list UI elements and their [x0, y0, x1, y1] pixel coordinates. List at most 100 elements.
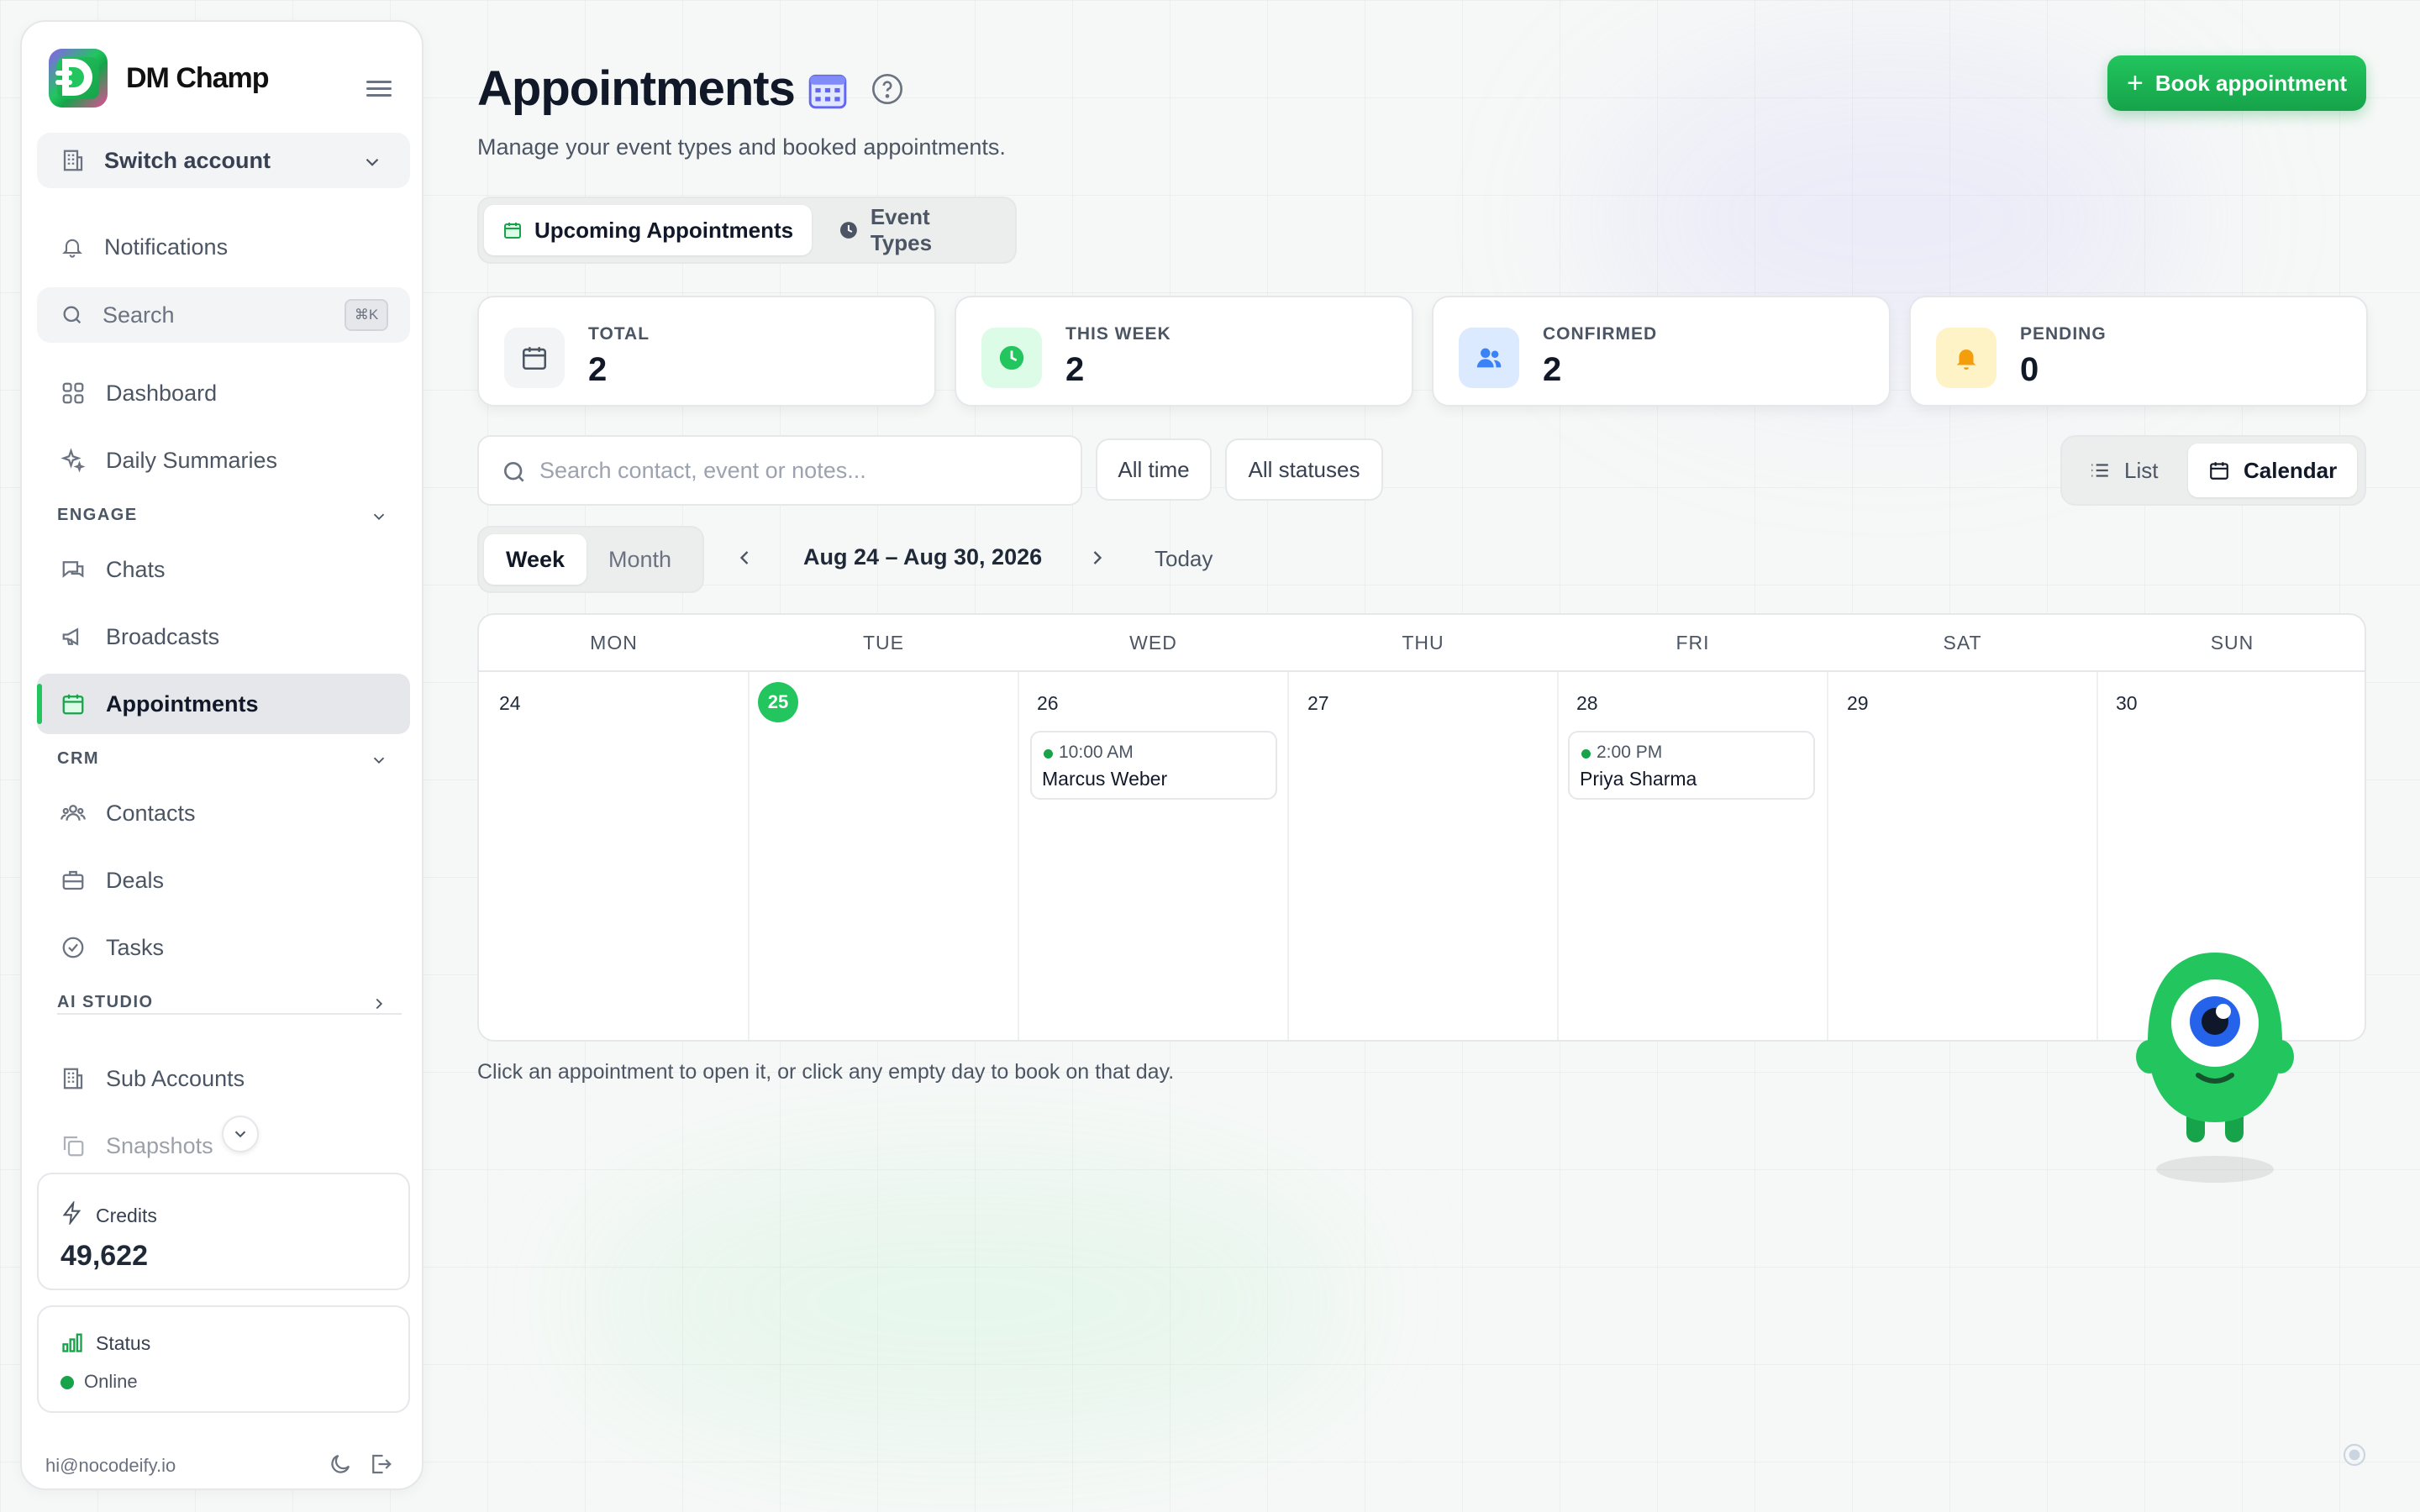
- today-button[interactable]: Today: [1155, 546, 1213, 572]
- sidebar-item-broadcasts[interactable]: Broadcasts: [37, 606, 410, 667]
- appointment-card[interactable]: 2:00 PM Priya Sharma: [1568, 731, 1815, 800]
- week-button[interactable]: Week: [484, 534, 587, 585]
- view-list-button[interactable]: List: [2069, 444, 2178, 497]
- stat-card-confirmed: CONFIRMED 2: [1432, 296, 1891, 407]
- day-cell[interactable]: [750, 674, 1018, 1040]
- sidebar-item-contacts[interactable]: Contacts: [37, 783, 410, 843]
- day-number: 30: [2116, 692, 2138, 714]
- day-number: 26: [1037, 692, 1059, 714]
- view-calendar-button[interactable]: Calendar: [2188, 444, 2358, 497]
- stat-icon-box: [981, 328, 1042, 388]
- chevron-down-icon: [366, 158, 379, 166]
- search-input[interactable]: [539, 454, 1060, 487]
- chat-icon: [62, 561, 84, 578]
- sidebar-item-label: Contacts: [106, 800, 196, 826]
- calendar-icon: [522, 347, 547, 370]
- sidebar-item-sub-accounts[interactable]: Sub Accounts: [37, 1048, 410, 1109]
- dm-champ-logo: [49, 49, 108, 108]
- credits-label: Credits: [96, 1205, 157, 1226]
- clock-icon: [839, 222, 857, 239]
- stat-icon-box: [1459, 328, 1519, 388]
- calendar-icon: [504, 223, 521, 239]
- book-appointment-label: Book appointment: [2154, 70, 2348, 96]
- stat-card-pending: PENDING 0: [1909, 296, 2368, 407]
- brand[interactable]: DM Champ: [49, 49, 270, 108]
- chevron-right-icon[interactable]: [1086, 546, 1109, 570]
- search-icon: [504, 462, 524, 482]
- stat-label: THIS WEEK: [1065, 324, 1171, 344]
- confirmed-dot: [1044, 749, 1053, 759]
- weekday-label: WED: [1129, 632, 1177, 654]
- weekday-label: MON: [590, 632, 638, 654]
- active-indicator: [37, 684, 42, 724]
- sparkles-icon: [60, 448, 86, 473]
- users-icon: [60, 805, 86, 821]
- sidebar-item-dashboard[interactable]: Dashboard: [37, 363, 410, 423]
- switch-account-button[interactable]: Switch account: [37, 133, 410, 188]
- sidebar-item-label: Broadcasts: [106, 623, 220, 649]
- section-ai-studio[interactable]: AI STUDIO: [57, 993, 410, 1012]
- chevron-left-icon[interactable]: [733, 546, 756, 570]
- sidebar-search[interactable]: Search ⌘K: [37, 287, 410, 343]
- book-appointment-button[interactable]: + Book appointment: [2107, 55, 2366, 111]
- page-title: Appointments: [477, 61, 796, 116]
- tab-event-types[interactable]: Event Types: [820, 204, 1015, 255]
- mascot-illustration[interactable]: [2131, 949, 2299, 1193]
- day-number: 24: [499, 692, 521, 714]
- appointment-card[interactable]: 10:00 AM Marcus Weber: [1030, 731, 1277, 800]
- weekday-label: FRI: [1676, 632, 1710, 654]
- help-icon[interactable]: [871, 72, 904, 106]
- lightning-icon: [62, 1201, 82, 1225]
- week-calendar: MON TUE WED THU FRI SAT SUN 24 25 26 27 …: [477, 613, 2366, 1042]
- chevron-down-icon: [234, 1131, 246, 1138]
- day-number: 27: [1307, 692, 1329, 714]
- chevron-right-icon: [376, 998, 383, 1010]
- logout-icon[interactable]: [368, 1452, 393, 1477]
- sidebar-item-label: Sub Accounts: [106, 1065, 245, 1091]
- section-label: ENGAGE: [57, 506, 138, 524]
- day-number: 29: [1847, 692, 1869, 714]
- weekday-label: TUE: [863, 632, 904, 654]
- sidebar-item-appointments[interactable]: Appointments: [37, 674, 410, 734]
- briefcase-icon: [62, 870, 84, 890]
- sidebar-item-daily-summaries[interactable]: Daily Summaries: [37, 430, 410, 491]
- sidebar-item-label: Notifications: [104, 234, 229, 260]
- credits-value: 49,622: [60, 1240, 148, 1272]
- record-icon[interactable]: [2341, 1441, 2368, 1468]
- copy-icon: [63, 1136, 84, 1157]
- sidebar-item-chats[interactable]: Chats: [37, 539, 410, 600]
- month-button[interactable]: Month: [587, 534, 693, 585]
- tab-label: Event Types: [870, 204, 933, 255]
- section-crm[interactable]: CRM: [57, 749, 410, 769]
- day-cell[interactable]: [479, 674, 748, 1040]
- sidebar-item-deals[interactable]: Deals: [37, 850, 410, 911]
- calendar-header: MON TUE WED THU FRI SAT SUN: [479, 615, 2365, 672]
- weekday-label: SAT: [1943, 632, 1982, 654]
- calendar-icon: [2210, 462, 2228, 480]
- day-cell[interactable]: [1289, 674, 1557, 1040]
- status-filter[interactable]: All statuses: [1225, 438, 1383, 501]
- stat-icon-box: [504, 328, 565, 388]
- scroll-down-button[interactable]: [222, 1116, 259, 1152]
- sidebar-item-label: Daily Summaries: [106, 447, 278, 473]
- section-engage[interactable]: ENGAGE: [57, 506, 410, 525]
- weekday-label: SUN: [2210, 632, 2254, 654]
- brand-name: DM Champ: [126, 61, 270, 94]
- dashboard-icon: [62, 382, 84, 404]
- bell-icon: [1956, 349, 1976, 370]
- sidebar-item-label: Dashboard: [106, 380, 218, 406]
- menu-toggle-icon[interactable]: [366, 81, 392, 99]
- day-number: 28: [1576, 692, 1598, 714]
- day-cell[interactable]: [1019, 674, 1287, 1040]
- time-filter[interactable]: All time: [1096, 438, 1212, 501]
- day-cell[interactable]: [1559, 674, 1827, 1040]
- day-cell[interactable]: [1828, 674, 2096, 1040]
- sidebar-item-notifications[interactable]: Notifications: [37, 217, 410, 277]
- credits-card: Credits 49,622: [37, 1173, 410, 1290]
- moon-icon[interactable]: [328, 1452, 353, 1477]
- appointment-name: Marcus Weber: [1042, 768, 1168, 790]
- sidebar-item-tasks[interactable]: Tasks: [37, 917, 410, 978]
- confirmed-dot: [1581, 749, 1591, 759]
- tab-upcoming-appointments[interactable]: Upcoming Appointments: [484, 205, 813, 255]
- page-subtitle: Manage your event types and booked appoi…: [477, 134, 1006, 160]
